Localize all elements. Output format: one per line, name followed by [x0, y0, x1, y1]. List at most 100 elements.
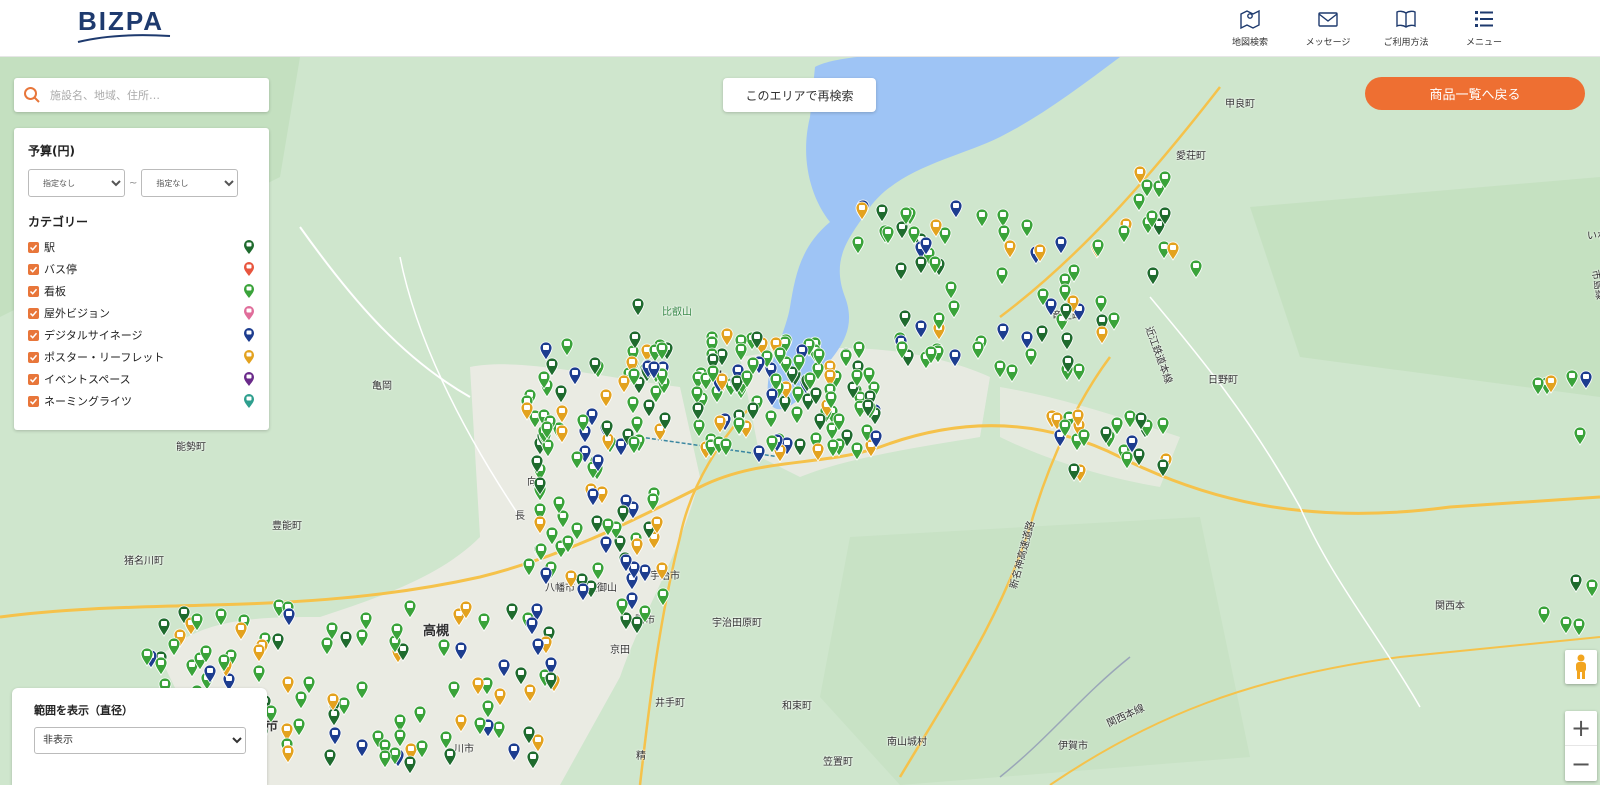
map-marker-pin-icon[interactable] — [534, 542, 548, 562]
map-marker-pin-icon[interactable] — [706, 364, 720, 384]
map-marker-pin-icon[interactable] — [1565, 369, 1579, 389]
map-marker-pin-icon[interactable] — [1095, 325, 1109, 345]
map-marker-pin-icon[interactable] — [630, 415, 644, 435]
map-marker-pin-icon[interactable] — [281, 744, 295, 764]
map-marker-pin-icon[interactable] — [626, 395, 640, 415]
map-marker-pin-icon[interactable] — [1146, 266, 1160, 286]
map-marker-pin-icon[interactable] — [1054, 235, 1068, 255]
map-marker-pin-icon[interactable] — [576, 582, 590, 602]
map-marker-pin-icon[interactable] — [477, 612, 491, 632]
map-marker-pin-icon[interactable] — [811, 442, 825, 462]
zoom-out-button[interactable]: − — [1565, 746, 1597, 781]
map-marker-pin-icon[interactable] — [568, 366, 582, 386]
map-marker-pin-icon[interactable] — [1569, 573, 1583, 593]
map-marker-pin-icon[interactable] — [454, 641, 468, 661]
map-marker-pin-icon[interactable] — [1067, 263, 1081, 283]
map-marker-pin-icon[interactable] — [415, 739, 429, 759]
map-marker-pin-icon[interactable] — [914, 319, 928, 339]
rescan-area-button[interactable]: このエリアで再検索 — [723, 78, 876, 112]
map-marker-pin-icon[interactable] — [473, 716, 487, 736]
map-marker-pin-icon[interactable] — [554, 384, 568, 404]
map-marker-pin-icon[interactable] — [895, 340, 909, 360]
map-marker-pin-icon[interactable] — [852, 340, 866, 360]
map-marker-pin-icon[interactable] — [656, 587, 670, 607]
category-checkbox[interactable] — [28, 241, 39, 253]
category-item[interactable]: ネーミングライツ — [28, 390, 255, 412]
map-marker-pin-icon[interactable] — [628, 330, 642, 350]
map-marker-pin-icon[interactable] — [750, 330, 764, 350]
category-item[interactable]: バス停 — [28, 258, 255, 280]
map-marker-pin-icon[interactable] — [1158, 170, 1172, 190]
map-marker-pin-icon[interactable] — [869, 429, 883, 449]
map-marker-pin-icon[interactable] — [947, 299, 961, 319]
category-item[interactable]: ポスター・リーフレット — [28, 346, 255, 368]
map-marker-pin-icon[interactable] — [328, 726, 342, 746]
category-item[interactable]: 看板 — [28, 280, 255, 302]
map-marker-pin-icon[interactable] — [1035, 324, 1049, 344]
map-marker-pin-icon[interactable] — [993, 359, 1007, 379]
map-marker-pin-icon[interactable] — [281, 675, 295, 695]
map-marker-pin-icon[interactable] — [167, 637, 181, 657]
map-marker-pin-icon[interactable] — [1091, 238, 1105, 258]
map-marker-pin-icon[interactable] — [591, 453, 605, 473]
map-marker-pin-icon[interactable] — [454, 713, 468, 733]
category-checkbox[interactable] — [28, 351, 39, 363]
map-marker-pin-icon[interactable] — [944, 280, 958, 300]
map-marker-pin-icon[interactable] — [1107, 311, 1121, 331]
map-marker-pin-icon[interactable] — [655, 341, 669, 361]
map-marker-pin-icon[interactable] — [875, 203, 889, 223]
map-marker-pin-icon[interactable] — [525, 616, 539, 636]
map-marker-pin-icon[interactable] — [355, 628, 369, 648]
map-marker-pin-icon[interactable] — [720, 327, 734, 347]
map-marker-pin-icon[interactable] — [539, 566, 553, 586]
back-to-products-button[interactable]: 商品一覧へ戻る — [1365, 77, 1585, 110]
map-marker-pin-icon[interactable] — [1067, 462, 1081, 482]
map-marker-pin-icon[interactable] — [154, 656, 168, 676]
map-marker-pin-icon[interactable] — [792, 353, 806, 373]
map-marker-pin-icon[interactable] — [975, 208, 989, 228]
map-marker-pin-icon[interactable] — [523, 683, 537, 703]
map-marker-pin-icon[interactable] — [1099, 425, 1113, 445]
map-marker-pin-icon[interactable] — [217, 653, 231, 673]
map-marker-pin-icon[interactable] — [691, 401, 705, 421]
map-marker-pin-icon[interactable] — [403, 599, 417, 619]
category-checkbox[interactable] — [28, 329, 39, 341]
map-marker-pin-icon[interactable] — [533, 515, 547, 535]
map-marker-pin-icon[interactable] — [1133, 165, 1147, 185]
map-marker-pin-icon[interactable] — [971, 340, 985, 360]
map-marker-pin-icon[interactable] — [692, 418, 706, 438]
map-marker-pin-icon[interactable] — [292, 717, 306, 737]
map-marker-pin-icon[interactable] — [570, 450, 584, 470]
map-marker-pin-icon[interactable] — [1094, 294, 1108, 314]
category-checkbox[interactable] — [28, 395, 39, 407]
map-marker-pin-icon[interactable] — [1134, 411, 1148, 431]
search-input[interactable] — [50, 88, 250, 102]
map-marker-pin-icon[interactable] — [924, 345, 938, 365]
map-marker-pin-icon[interactable] — [1156, 416, 1170, 436]
map-marker-pin-icon[interactable] — [894, 261, 908, 281]
map-marker-pin-icon[interactable] — [282, 607, 296, 627]
map-marker-pin-icon[interactable] — [824, 390, 838, 410]
map-marker-pin-icon[interactable] — [325, 621, 339, 641]
map-marker-pin-icon[interactable] — [1132, 192, 1146, 212]
map-marker-pin-icon[interactable] — [1145, 209, 1159, 229]
map-marker-pin-icon[interactable] — [1120, 450, 1134, 470]
category-checkbox[interactable] — [28, 263, 39, 275]
bizpa-logo[interactable]: BIZPA — [78, 6, 164, 37]
map-marker-pin-icon[interactable] — [631, 297, 645, 317]
map-marker-pin-icon[interactable] — [928, 255, 942, 275]
map-marker-pin-icon[interactable] — [855, 201, 869, 221]
map-marker-pin-icon[interactable] — [555, 424, 569, 444]
map-marker-pin-icon[interactable] — [813, 412, 827, 432]
map-marker-pin-icon[interactable] — [437, 638, 451, 658]
map-marker-pin-icon[interactable] — [355, 680, 369, 700]
map-marker-pin-icon[interactable] — [995, 266, 1009, 286]
map-marker-pin-icon[interactable] — [390, 622, 404, 642]
category-item[interactable]: デジタルサイネージ — [28, 324, 255, 346]
range-select[interactable]: 非表示 — [34, 727, 246, 754]
map-marker-pin-icon[interactable] — [520, 401, 534, 421]
map-marker-pin-icon[interactable] — [140, 647, 154, 667]
map-marker-pin-icon[interactable] — [1537, 605, 1551, 625]
map-marker-pin-icon[interactable] — [899, 206, 913, 226]
map-marker-pin-icon[interactable] — [948, 348, 962, 368]
